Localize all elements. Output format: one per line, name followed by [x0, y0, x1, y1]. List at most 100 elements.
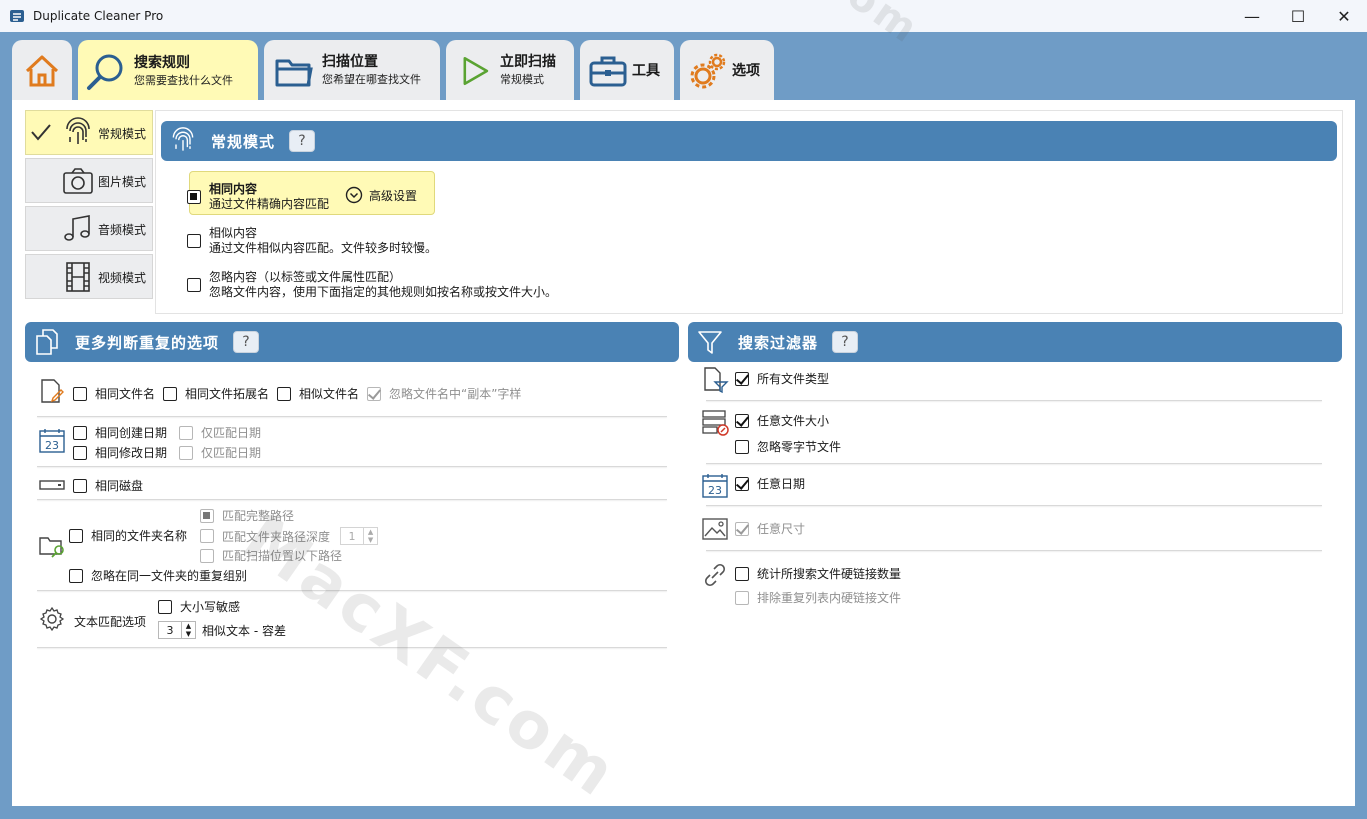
ignore-copy-option[interactable]: 忽略文件名中“副本”字样 — [367, 385, 521, 402]
divider — [706, 505, 1322, 506]
ignore-zero-option[interactable]: 忽略零字节文件 — [735, 438, 841, 455]
ignore-content-radio[interactable] — [187, 278, 201, 292]
stepper-up-icon[interactable]: ▲ — [364, 528, 377, 536]
advanced-settings-button[interactable]: 高级设置 — [345, 186, 417, 204]
same-filename-option[interactable]: 相同文件名 — [73, 385, 155, 402]
tab-scan-now[interactable]: 立即扫描 常规模式 — [446, 40, 574, 102]
same-ext-option[interactable]: 相同文件拓展名 — [163, 385, 269, 402]
match-below-scan-radio[interactable] — [200, 548, 214, 563]
same-content-title: 相同内容 — [209, 182, 258, 196]
any-size-checkbox[interactable] — [735, 413, 749, 428]
date-only-modified-option[interactable]: 仅匹配日期 — [179, 444, 261, 461]
similar-filename-option[interactable]: 相似文件名 — [277, 385, 359, 402]
all-types-checkbox[interactable] — [735, 371, 749, 386]
more-options-help-button[interactable]: ? — [233, 331, 260, 353]
all-types-label: 所有文件类型 — [757, 372, 830, 386]
disk-drive-icon — [39, 480, 65, 490]
similar-content-radio[interactable] — [187, 234, 201, 248]
match-full-path-radio[interactable] — [200, 508, 214, 523]
radio-ignore-content[interactable]: 忽略内容（以标签或文件属性匹配） 忽略文件内容，使用下面指定的其他规则如按名称或… — [187, 270, 557, 300]
ignore-same-folder-checkbox[interactable] — [69, 568, 83, 583]
date-only-modified-checkbox[interactable] — [179, 445, 193, 460]
advanced-settings-label: 高级设置 — [369, 188, 418, 203]
same-folder-name-checkbox[interactable] — [69, 528, 83, 543]
case-sensitive-checkbox[interactable] — [158, 599, 172, 614]
exclude-hardlinks-option[interactable]: 排除重复列表内硬链接文件 — [735, 589, 901, 606]
tab-scan-location-subtitle: 您希望在哪查找文件 — [322, 73, 421, 86]
case-sensitive-option[interactable]: 大小写敏感 — [158, 598, 240, 615]
tab-tools[interactable]: 工具 — [580, 40, 674, 102]
mode-normal[interactable]: 常规模式 — [25, 110, 153, 155]
same-created-checkbox[interactable] — [73, 425, 87, 440]
ignore-content-desc: 忽略文件内容，使用下面指定的其他规则如按名称或按文件大小。 — [209, 285, 558, 299]
same-content-radio[interactable] — [187, 190, 201, 204]
tab-options[interactable]: 选项 — [680, 40, 774, 102]
stepper-up-icon[interactable]: ▲ — [182, 622, 195, 630]
mode-normal-label: 常规模式 — [98, 127, 147, 141]
calendar-icon: 23 — [39, 429, 65, 453]
count-hardlinks-label: 统计所搜索文件硬链接数量 — [757, 567, 902, 581]
link-icon — [704, 563, 726, 587]
search-filters-help-button[interactable]: ? — [832, 331, 859, 353]
svg-text:23: 23 — [708, 484, 722, 497]
similar-text-stepper[interactable]: 3 ▲ ▼ — [158, 621, 196, 639]
same-disk-checkbox[interactable] — [73, 478, 87, 493]
any-dimension-checkbox[interactable] — [735, 521, 749, 536]
any-date-checkbox[interactable] — [735, 476, 749, 491]
gears-icon — [690, 53, 726, 89]
similar-content-title: 相似内容 — [209, 226, 258, 240]
stepper-down-icon[interactable]: ▼ — [182, 630, 195, 638]
same-filename-checkbox[interactable] — [73, 386, 87, 401]
similar-text-option[interactable]: 3 ▲ ▼ 相似文本 - 容差 — [158, 621, 286, 639]
gear-icon — [39, 606, 65, 632]
same-modified-checkbox[interactable] — [73, 445, 87, 460]
search-icon — [87, 54, 123, 90]
similar-text-value: 3 — [166, 623, 174, 637]
fingerprint-icon — [172, 127, 194, 151]
same-created-option[interactable]: 相同创建日期 — [73, 424, 167, 441]
ignore-same-folder-option[interactable]: 忽略在同一文件夹的重复组别 — [69, 567, 247, 584]
similar-text-label: 相似文本 - 容差 — [202, 623, 286, 638]
radio-similar-content[interactable]: 相似内容 通过文件相似内容匹配。文件较多时较慢。 — [187, 226, 437, 256]
ignore-zero-checkbox[interactable] — [735, 439, 749, 454]
radio-same-content[interactable]: 相同内容 通过文件精确内容匹配 — [187, 182, 329, 212]
normal-mode-help-button[interactable]: ? — [289, 130, 316, 152]
music-icon — [64, 215, 90, 241]
tab-scan-location[interactable]: 扫描位置 您希望在哪查找文件 — [264, 40, 440, 102]
any-dimension-option[interactable]: 任意尺寸 — [735, 520, 805, 537]
all-types-option[interactable]: 所有文件类型 — [735, 370, 829, 387]
main-content: 常规模式 图片模式 音频模式 视频模式 常规模式 ? 相同内容 通过文件精确内容… — [12, 100, 1355, 813]
filter-icon — [698, 331, 722, 354]
divider — [706, 400, 1322, 401]
play-icon — [463, 56, 489, 86]
mode-image[interactable]: 图片模式 — [25, 158, 153, 203]
exclude-hardlinks-checkbox[interactable] — [735, 590, 749, 605]
count-hardlinks-option[interactable]: 统计所搜索文件硬链接数量 — [735, 565, 901, 582]
same-ext-checkbox[interactable] — [163, 386, 177, 401]
camera-icon — [63, 168, 93, 194]
maximize-button[interactable]: ☐ — [1275, 0, 1321, 32]
ignore-copy-checkbox[interactable] — [367, 386, 381, 401]
any-date-option[interactable]: 任意日期 — [735, 475, 805, 492]
same-folder-name-label: 相同的文件夹名称 — [91, 529, 188, 543]
ignore-copy-label: 忽略文件名中“副本”字样 — [389, 387, 522, 401]
same-disk-option[interactable]: 相同磁盘 — [73, 477, 143, 494]
same-folder-name-option[interactable]: 相同的文件夹名称 — [69, 527, 187, 544]
folder-depth-stepper[interactable]: 1 ▲ ▼ — [340, 527, 379, 545]
similar-filename-checkbox[interactable] — [277, 386, 291, 401]
same-modified-option[interactable]: 相同修改日期 — [73, 444, 167, 461]
toolbox-icon — [589, 56, 627, 87]
date-only-created-checkbox[interactable] — [179, 425, 193, 440]
count-hardlinks-checkbox[interactable] — [735, 566, 749, 581]
any-size-option[interactable]: 任意文件大小 — [735, 412, 829, 429]
stepper-down-icon[interactable]: ▼ — [364, 536, 377, 544]
date-only-created-option[interactable]: 仅匹配日期 — [179, 424, 261, 441]
tab-home[interactable] — [12, 40, 72, 102]
mode-audio[interactable]: 音频模式 — [25, 206, 153, 251]
date-only-modified-label: 仅匹配日期 — [201, 446, 262, 460]
tab-search-rules[interactable]: 搜索规则 您需要查找什么文件 — [78, 40, 258, 104]
match-folder-depth-radio[interactable] — [200, 529, 214, 543]
close-button[interactable]: ✕ — [1321, 0, 1367, 32]
mode-video[interactable]: 视频模式 — [25, 254, 153, 299]
minimize-button[interactable]: — — [1229, 0, 1275, 32]
